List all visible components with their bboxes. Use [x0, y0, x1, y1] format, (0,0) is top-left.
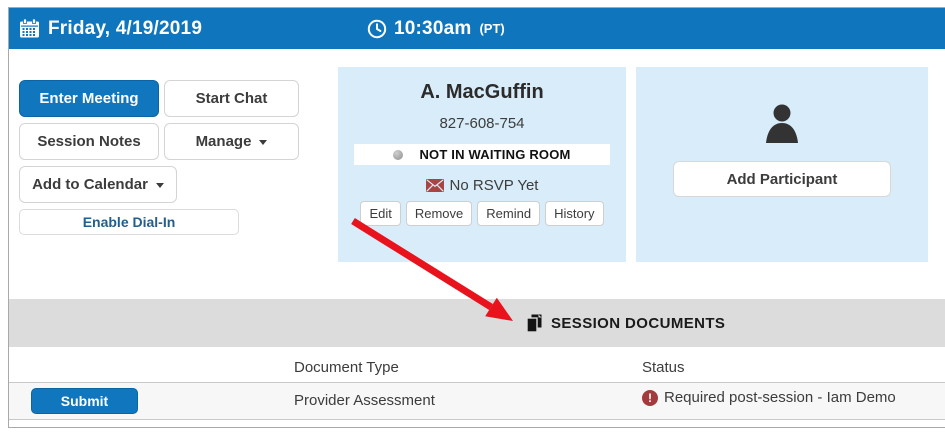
- enter-meeting-button[interactable]: Enter Meeting: [19, 80, 159, 117]
- column-header-status: Status: [642, 359, 685, 376]
- documents-table-header: Document Type Status: [9, 353, 945, 383]
- calendar-icon: [19, 18, 40, 39]
- remind-button[interactable]: Remind: [477, 201, 540, 226]
- session-time: 10:30am (PT): [367, 8, 505, 49]
- clock-icon: [367, 19, 387, 39]
- add-participant-button[interactable]: Add Participant: [673, 161, 891, 197]
- participant-card: A. MacGuffin 827-608-754 NOT IN WAITING …: [338, 67, 626, 262]
- participant-actions: Edit Remove Remind History: [360, 201, 603, 226]
- session-notes-button[interactable]: Session Notes: [19, 123, 159, 160]
- document-table-row: Submit Provider Assessment Required post…: [9, 383, 945, 420]
- column-header-document-type: Document Type: [294, 359, 399, 376]
- add-participant-card: Add Participant: [636, 67, 928, 262]
- start-chat-button[interactable]: Start Chat: [164, 80, 299, 117]
- document-type-cell: Provider Assessment: [294, 392, 435, 409]
- enable-dial-in-button[interactable]: Enable Dial-In: [19, 209, 239, 235]
- session-notes-label: Session Notes: [37, 133, 140, 150]
- waiting-room-status: NOT IN WAITING ROOM: [354, 144, 610, 165]
- exclamation-circle-icon: [642, 390, 658, 406]
- waiting-room-status-label: NOT IN WAITING ROOM: [419, 147, 570, 162]
- rsvp-status: No RSVP Yet: [426, 177, 539, 194]
- add-participant-label: Add Participant: [727, 171, 838, 188]
- submit-label: Submit: [61, 393, 108, 409]
- enable-dial-in-label: Enable Dial-In: [83, 214, 176, 230]
- session-documents-title: SESSION DOCUMENTS: [551, 315, 725, 332]
- participant-name: A. MacGuffin: [420, 81, 543, 104]
- enter-meeting-label: Enter Meeting: [39, 90, 138, 107]
- document-status-cell: Required post-session - Iam Demo: [642, 389, 896, 406]
- manage-dropdown-button[interactable]: Manage: [164, 123, 299, 160]
- edit-button[interactable]: Edit: [360, 201, 400, 226]
- session-date: Friday, 4/19/2019: [19, 8, 202, 49]
- session-documents-header: SESSION DOCUMENTS: [9, 299, 945, 347]
- session-time-label: 10:30am: [394, 18, 471, 40]
- session-timezone-label: (PT): [479, 21, 504, 36]
- remove-button[interactable]: Remove: [406, 201, 472, 226]
- rsvp-status-label: No RSVP Yet: [450, 177, 539, 194]
- documents-icon: [526, 314, 543, 333]
- envelope-icon: [426, 179, 444, 192]
- history-button[interactable]: History: [545, 201, 603, 226]
- add-to-calendar-label: Add to Calendar: [32, 176, 148, 193]
- manage-label: Manage: [196, 133, 252, 150]
- session-date-label: Friday, 4/19/2019: [48, 18, 202, 40]
- session-header-bar: Friday, 4/19/2019 10:30am (PT): [9, 8, 945, 49]
- start-chat-label: Start Chat: [196, 90, 268, 107]
- session-detail-panel: Friday, 4/19/2019 10:30am (PT) Enter Mee…: [8, 7, 945, 428]
- document-status-label: Required post-session - Iam Demo: [664, 389, 896, 406]
- add-to-calendar-dropdown-button[interactable]: Add to Calendar: [19, 166, 177, 203]
- person-icon: [764, 103, 800, 143]
- participant-meeting-id: 827-608-754: [439, 115, 524, 132]
- gray-status-dot-icon: [393, 150, 403, 160]
- chevron-down-icon: [156, 183, 164, 188]
- submit-document-button[interactable]: Submit: [31, 388, 138, 414]
- chevron-down-icon: [259, 140, 267, 145]
